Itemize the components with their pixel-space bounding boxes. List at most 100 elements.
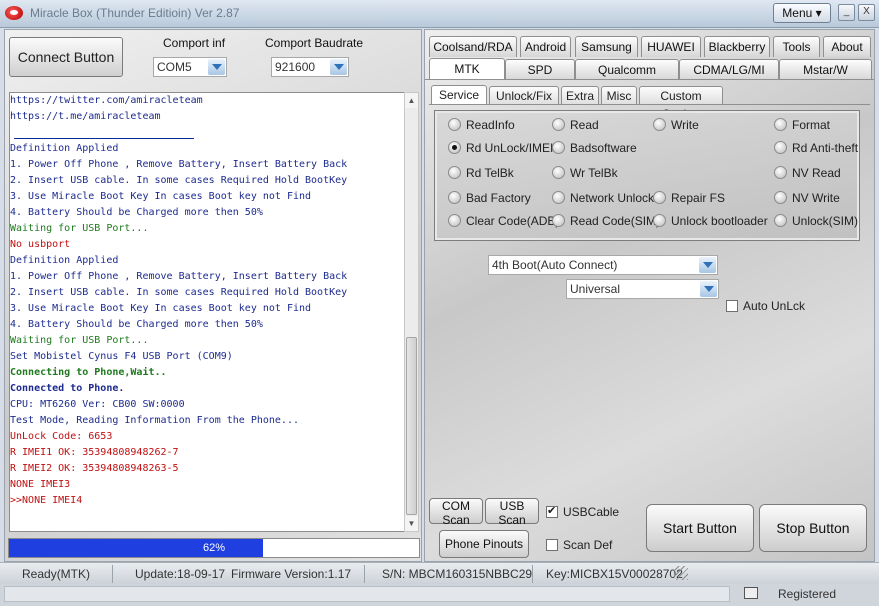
log-line: 2. Insert USB cable. In some cases Requi… [10,287,348,298]
comport-select[interactable]: COM5 [153,57,227,77]
status-firmware: Firmware Version:1.17 [231,567,352,581]
tab-huawei[interactable]: HUAWEI [641,36,701,57]
chevron-down-icon[interactable] [330,59,347,75]
connect-button[interactable]: Connect Button [9,37,123,77]
subtab-custom-setting[interactable]: Custom Setting [639,86,723,121]
radio-dot-icon [774,141,787,154]
tab-blackberry[interactable]: Blackberry [704,36,770,57]
comport-label: Comport inf [163,36,226,50]
log-line: Test Mode, Reading Information From the … [10,415,299,426]
radio-dot-icon [552,141,565,154]
com-scan-button[interactable]: COM Scan [429,498,483,527]
tab-tools[interactable]: Tools [773,36,820,57]
boot-mode-value: 4th Boot(Auto Connect) [492,258,618,272]
subtab-service[interactable]: Service [431,85,487,104]
log-line: 2. Insert USB cable. In some cases Requi… [10,175,348,186]
tab-about[interactable]: About [823,36,871,57]
close-button[interactable]: X [858,4,875,21]
log-line: CPU: MT6260 Ver: CB00 SW:0000 [10,399,185,410]
radio-dot-icon [448,191,461,204]
progress-label: 62% [202,542,226,554]
tab-android[interactable]: Android [520,36,571,57]
radio-dot-icon [774,118,787,131]
minimize-button[interactable]: _ [838,4,855,21]
log-scrollbar[interactable]: ▲ ▼ [404,92,419,532]
right-panel: Coolsand/RDA Android Samsung HUAWEI Blac… [424,29,875,562]
resize-grip-icon[interactable] [674,566,688,580]
boot-mode-select[interactable]: 4th Boot(Auto Connect) [488,255,718,275]
log-output[interactable]: https://twitter.com/amiracleteam https://… [9,92,407,532]
radio-dot-icon [448,166,461,179]
log-line: Connecting to Phone,Wait.. [10,367,167,378]
bottom-bar: Registered [0,584,879,606]
menu-button[interactable]: Menu ▾ [773,3,831,23]
radio-dot-icon [552,118,565,131]
app-logo-icon [5,6,23,20]
radio-dot-icon [774,214,787,227]
radio-dot-icon [448,214,461,227]
scroll-down-icon[interactable]: ▼ [405,516,418,531]
horizontal-scrollbar[interactable] [4,586,730,602]
scroll-thumb[interactable] [406,337,417,515]
tab-samsung[interactable]: Samsung [575,36,638,57]
status-serial: S/N: MBCM160315NBBC29 [382,567,533,581]
log-line: Connected to Phone. [10,383,125,394]
log-line: >>NONE IMEI4 [10,495,83,506]
tab-mtk[interactable]: MTK [429,58,505,79]
chevron-down-icon[interactable] [208,59,225,75]
radio-dot-icon [653,191,666,204]
log-line: 3. Use Miracle Boot Key In cases Boot ke… [10,303,312,314]
tab-spd[interactable]: SPD [505,59,575,80]
log-line: NONE IMEI3 [10,479,71,490]
radio-dot-icon [774,166,787,179]
usb-scan-button[interactable]: USB Scan [485,498,539,527]
log-divider [14,138,194,139]
subtab-misc[interactable]: Misc [601,86,637,105]
chevron-down-icon[interactable] [700,281,717,297]
checkbox-box[interactable] [546,539,558,551]
subtab-unlock-fix[interactable]: Unlock/Fix [489,86,559,105]
log-line: https://t.me/amiracleteam [10,111,161,122]
log-line: R IMEI2 OK: 35394808948263-5 [10,463,179,474]
tab-coolsand[interactable]: Coolsand/RDA [429,36,517,57]
tab-cdma[interactable]: CDMA/LG/MI [679,59,779,80]
scroll-up-icon[interactable]: ▲ [405,93,418,108]
status-divider [112,565,113,583]
menu-label: Menu [782,6,813,20]
window-title: Miracle Box (Thunder Editioin) Ver 2.87 [30,6,240,20]
log-line: Definition Applied [10,143,119,154]
log-line: 1. Power Off Phone , Remove Battery, Ins… [10,271,348,282]
phone-pinouts-button[interactable]: Phone Pinouts [439,530,529,558]
radio-dot-icon [552,214,565,227]
radio-dot-icon [448,118,461,131]
log-line: Set Mobistel Cynus F4 USB Port (COM9) [10,351,233,362]
start-button[interactable]: Start Button [646,504,754,552]
radio-dot-icon [552,166,565,179]
subtab-baseline [429,104,870,105]
log-line: R IMEI1 OK: 35394808948262-7 [10,447,179,458]
baud-select[interactable]: 921600 [271,57,349,77]
checkbox-box[interactable] [726,300,738,312]
log-line: UnLock Code: 6653 [10,431,113,442]
tab-baseline [425,79,874,80]
log-line: No usbport [10,239,71,250]
subtab-extra[interactable]: Extra [561,86,599,105]
radio-dot-icon [774,191,787,204]
service-operations-group: ReadInfo Read Write Format Rd UnLock/IME… [434,110,860,241]
tab-mstar[interactable]: Mstar/W [779,59,872,80]
tab-qualcomm[interactable]: Qualcomm [575,59,679,80]
title-bar: Miracle Box (Thunder Editioin) Ver 2.87 … [0,0,879,28]
log-line: Waiting for USB Port... [10,335,149,346]
log-line: 1. Power Off Phone , Remove Battery, Ins… [10,159,348,170]
status-update: Update:18-09-17 [135,567,226,581]
chevron-down-icon[interactable] [699,257,716,273]
radio-dot-icon [653,118,666,131]
comport-value: COM5 [157,60,192,74]
cpu-type-select[interactable]: Universal [566,279,719,299]
left-panel: Connect Button Comport inf COM5 Comport … [4,29,422,562]
stop-button[interactable]: Stop Button [759,504,867,552]
baud-value: 921600 [275,60,316,74]
checkbox-box[interactable] [546,504,558,518]
log-line: 3. Use Miracle Boot Key In cases Boot ke… [10,191,312,202]
baud-label: Comport Baudrate [265,36,364,50]
